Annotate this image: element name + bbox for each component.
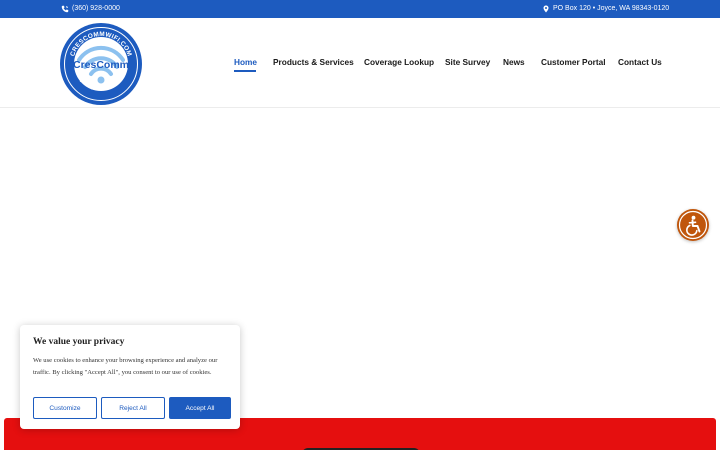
accessibility-button[interactable]	[677, 209, 709, 241]
nav-contact-us[interactable]: Contact Us	[618, 56, 662, 68]
topbar-phone[interactable]: (360) 928-0000	[61, 4, 120, 14]
page: (360) 928-0000 PO Box 120 • Joyce, WA 98…	[0, 0, 720, 450]
cookie-buttons: Customize Reject All Accept All	[33, 397, 231, 419]
nav-active-underline	[234, 70, 256, 72]
cookie-reject-all-button[interactable]: Reject All	[101, 397, 165, 419]
nav-products-services[interactable]: Products & Services	[273, 56, 354, 68]
map-pin-icon	[543, 5, 549, 13]
cookie-title: We value your privacy	[33, 337, 125, 347]
cookie-accept-all-button[interactable]: Accept All	[169, 397, 231, 419]
topbar-address-text: PO Box 120 • Joyce, WA 98343-0120	[553, 5, 670, 12]
main-nav: Home Products & Services Coverage Lookup…	[0, 56, 720, 72]
accessibility-icon	[678, 210, 708, 240]
nav-news[interactable]: News	[503, 56, 525, 68]
nav-home[interactable]: Home	[234, 56, 257, 68]
cookie-body: We use cookies to enhance your browsing …	[33, 357, 218, 376]
cookie-consent-banner: We value your privacy We use cookies to …	[20, 325, 240, 429]
nav-coverage-lookup[interactable]: Coverage Lookup	[364, 56, 434, 68]
cookie-customize-button[interactable]: Customize	[33, 397, 97, 419]
topbar-address: PO Box 120 • Joyce, WA 98343-0120	[542, 4, 669, 14]
topbar-phone-text: (360) 928-0000	[72, 5, 120, 12]
phone-icon	[61, 5, 69, 13]
nav-site-survey[interactable]: Site Survey	[445, 56, 490, 68]
top-info-bar: (360) 928-0000 PO Box 120 • Joyce, WA 98…	[0, 0, 720, 18]
nav-customer-portal[interactable]: Customer Portal	[541, 56, 606, 68]
site-header: CRESCOMMWIFI.COM (360) 928-0000 CresComm…	[0, 18, 720, 108]
